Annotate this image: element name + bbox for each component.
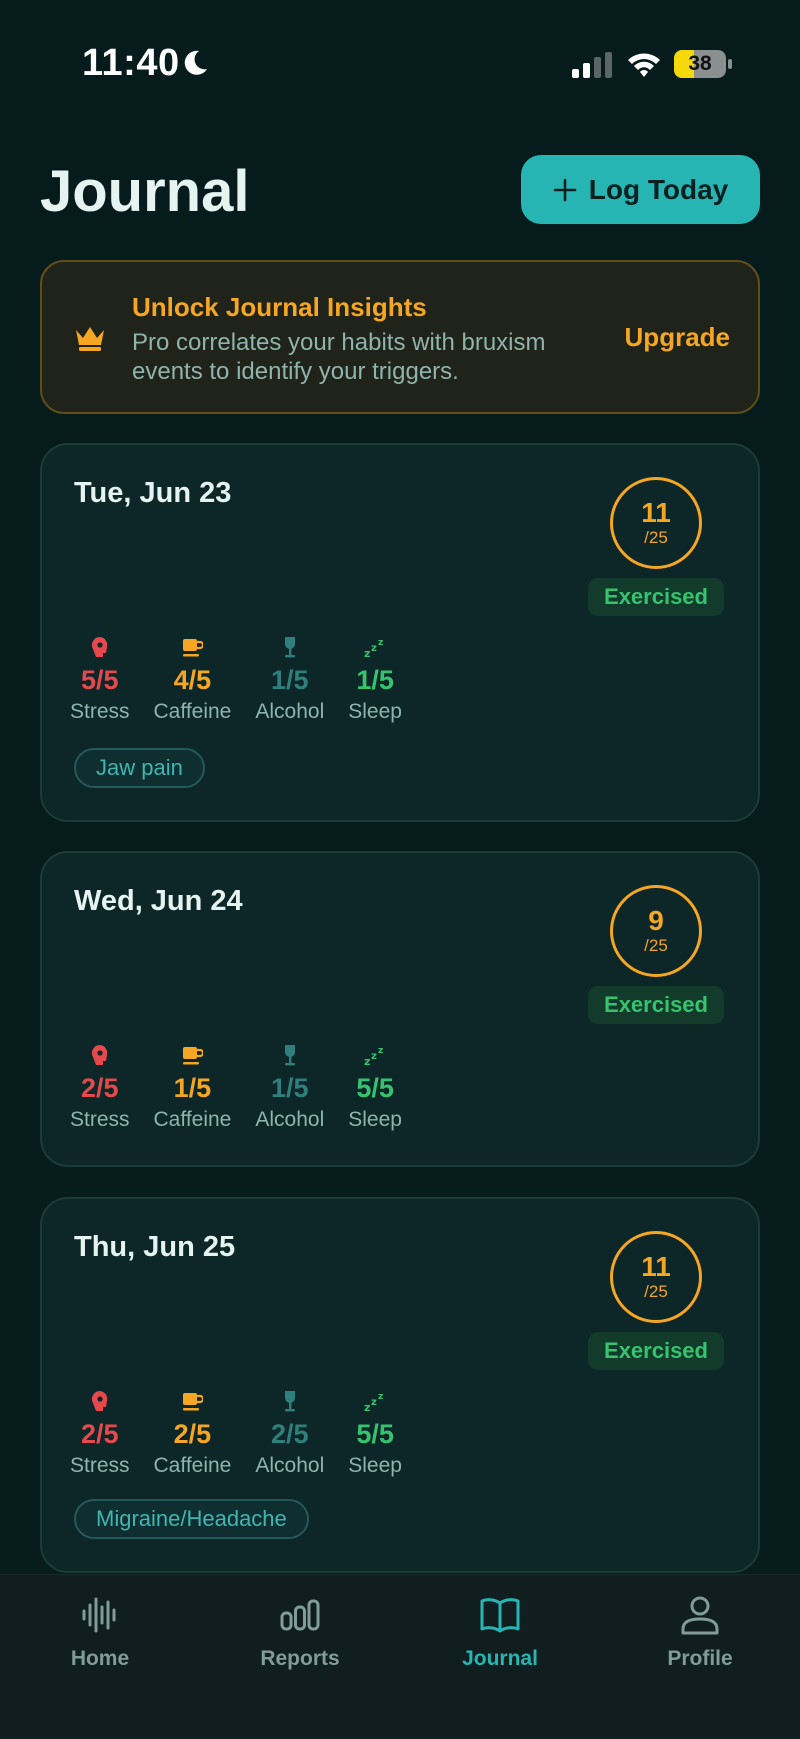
svg-text:z: z bbox=[371, 1051, 377, 1062]
plus-icon bbox=[553, 178, 577, 201]
battery-indicator: 38 bbox=[674, 50, 732, 78]
metric-alcohol: 1/5 Alcohol bbox=[255, 1043, 324, 1135]
page-title: Journal bbox=[40, 159, 250, 224]
score-max: /25 bbox=[644, 936, 668, 955]
metric-stress: 2/5 Stress bbox=[70, 1389, 130, 1481]
metrics-row: 2/5 Stress 2/5 Caffeine 2/5 Alcohol zzz … bbox=[70, 1389, 426, 1481]
score-value: 11 bbox=[641, 1251, 671, 1282]
symptom-tag: Migraine/Headache bbox=[74, 1499, 309, 1539]
entry-date: Tue, Jun 23 bbox=[74, 477, 232, 509]
svg-text:z: z bbox=[364, 1401, 370, 1413]
metrics-row: 5/5 Stress 4/5 Caffeine 1/5 Alcohol zzz … bbox=[70, 635, 426, 727]
sleep-zzz-icon: zzz bbox=[364, 1392, 383, 1413]
tab-profile[interactable]: Profile bbox=[600, 1593, 800, 1671]
score-max: /25 bbox=[644, 528, 668, 547]
exercised-badge: Exercised bbox=[588, 1332, 724, 1370]
coffee-cup-icon bbox=[183, 1047, 204, 1065]
svg-text:z: z bbox=[378, 1046, 383, 1056]
waveform-icon bbox=[82, 1597, 116, 1633]
score-max: /25 bbox=[644, 1282, 668, 1301]
log-today-button[interactable]: Log Today bbox=[521, 155, 760, 224]
svg-text:z: z bbox=[364, 647, 370, 659]
svg-text:z: z bbox=[378, 1392, 383, 1402]
score-value: 11 bbox=[641, 497, 671, 528]
score-value: 9 bbox=[648, 905, 664, 936]
wine-glass-icon bbox=[284, 1391, 295, 1412]
upgrade-banner: Unlock Journal Insights Pro correlates y… bbox=[40, 260, 760, 414]
metric-sleep: zzz 5/5 Sleep bbox=[348, 1389, 402, 1481]
metric-stress: 5/5 Stress bbox=[70, 635, 130, 727]
score-ring: 9 /25 bbox=[610, 885, 702, 977]
coffee-cup-icon bbox=[183, 639, 204, 657]
metric-caffeine: 2/5 Caffeine bbox=[154, 1389, 231, 1481]
symptom-tag: Jaw pain bbox=[74, 748, 205, 788]
journal-entry-card[interactable]: Tue, Jun 23 11 /25 Exercised 5/5 Stress … bbox=[40, 443, 760, 822]
bar-chart-icon bbox=[280, 1599, 320, 1631]
entry-date: Thu, Jun 25 bbox=[74, 1231, 236, 1263]
entry-date: Wed, Jun 24 bbox=[74, 885, 243, 917]
upgrade-button[interactable]: Upgrade bbox=[625, 322, 730, 353]
tab-home[interactable]: Home bbox=[0, 1593, 200, 1671]
score-ring: 11 /25 bbox=[610, 477, 702, 569]
metric-alcohol: 1/5 Alcohol bbox=[255, 635, 324, 727]
wine-glass-icon bbox=[284, 1045, 295, 1066]
journal-entry-card[interactable]: Wed, Jun 24 9 /25 Exercised 2/5 Stress 1… bbox=[40, 851, 760, 1167]
sleep-zzz-icon: zzz bbox=[364, 1046, 383, 1067]
status-bar: 11:40 38 bbox=[0, 0, 800, 130]
tab-reports[interactable]: Reports bbox=[200, 1593, 400, 1671]
metric-alcohol: 2/5 Alcohol bbox=[255, 1389, 324, 1481]
cellular-signal-icon bbox=[572, 52, 612, 78]
wine-glass-icon bbox=[284, 637, 295, 658]
tab-bar: Home Reports Journal Profile bbox=[0, 1574, 800, 1739]
metric-sleep: zzz 1/5 Sleep bbox=[348, 635, 402, 727]
sleep-zzz-icon: zzz bbox=[364, 638, 383, 659]
metrics-row: 2/5 Stress 1/5 Caffeine 1/5 Alcohol zzz … bbox=[70, 1043, 426, 1135]
svg-text:z: z bbox=[371, 643, 377, 654]
exercised-badge: Exercised bbox=[588, 578, 724, 616]
log-today-label: Log Today bbox=[588, 173, 729, 205]
book-icon bbox=[480, 1598, 520, 1633]
status-time: 11:40 bbox=[82, 42, 180, 84]
crown-icon bbox=[76, 327, 104, 351]
exercised-badge: Exercised bbox=[588, 986, 724, 1024]
metric-caffeine: 1/5 Caffeine bbox=[154, 1043, 231, 1135]
metric-sleep: zzz 5/5 Sleep bbox=[348, 1043, 402, 1135]
moon-icon bbox=[184, 50, 207, 75]
metric-caffeine: 4/5 Caffeine bbox=[154, 635, 231, 727]
banner-title: Unlock Journal Insights bbox=[132, 292, 427, 322]
metric-stress: 2/5 Stress bbox=[70, 1043, 130, 1135]
person-icon bbox=[681, 1596, 719, 1635]
banner-description: Pro correlates your habits with bruxism … bbox=[132, 329, 546, 385]
svg-text:z: z bbox=[364, 1055, 370, 1067]
stress-head-icon bbox=[91, 1390, 108, 1411]
stress-head-icon bbox=[91, 636, 108, 657]
battery-percent: 38 bbox=[688, 52, 712, 75]
journal-entry-card[interactable]: Thu, Jun 25 11 /25 Exercised 2/5 Stress … bbox=[40, 1197, 760, 1573]
svg-text:z: z bbox=[371, 1397, 377, 1408]
coffee-cup-icon bbox=[183, 1393, 204, 1411]
tab-journal[interactable]: Journal bbox=[400, 1593, 600, 1671]
wifi-icon bbox=[628, 53, 660, 77]
svg-text:z: z bbox=[378, 638, 383, 648]
journal-screen: 11:40 38 Journal Log Today Unlock Journa… bbox=[0, 0, 800, 1739]
stress-head-icon bbox=[91, 1044, 108, 1065]
score-ring: 11 /25 bbox=[610, 1231, 702, 1323]
